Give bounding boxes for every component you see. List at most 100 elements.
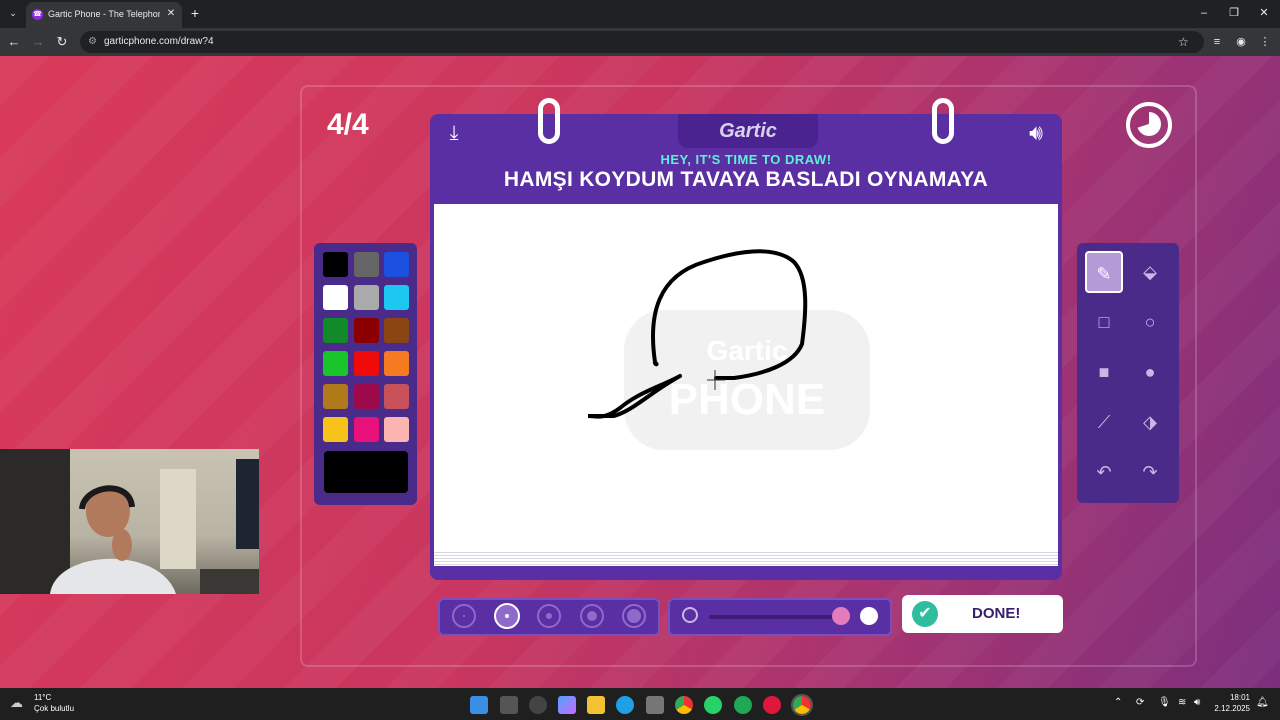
windows-taskbar: ☁ 11°C Çok bulutlu ⌃ ⟳ 🎙︎ ≋ 🔊︎ 18:01 2.1… [0, 688, 1280, 720]
done-button[interactable]: ✔ DONE! [902, 595, 1063, 633]
color-swatch[interactable] [323, 351, 348, 376]
notification-icon[interactable]: 🔔︎ [1256, 697, 1269, 708]
sync-icon[interactable]: ⟳ [1136, 697, 1144, 708]
watermark-top-text: Gartic [707, 335, 788, 366]
canvas-watermark: Gartic PHONE [624, 310, 870, 450]
round-counter: 4/4 [327, 108, 369, 141]
microphone-icon[interactable]: 🎙︎ [1158, 697, 1171, 708]
whatsapp-icon[interactable] [734, 696, 752, 714]
eraser-tool-icon[interactable]: ⬙ [1131, 251, 1169, 293]
download-icon[interactable]: ⤓ [443, 122, 465, 144]
volume-icon[interactable]: 🔊︎ [1194, 697, 1200, 708]
profile-icon[interactable]: ◉ [1233, 34, 1249, 50]
opacity-slider[interactable] [709, 615, 849, 619]
color-swatch[interactable] [323, 252, 348, 277]
current-color [324, 451, 408, 493]
opacity-low-icon [682, 607, 698, 623]
settings-app-icon[interactable] [529, 696, 547, 714]
color-swatch[interactable] [353, 351, 379, 376]
wifi-icon[interactable]: ≋ [1178, 697, 1186, 708]
color-swatch[interactable] [384, 285, 409, 310]
color-swatch[interactable] [384, 318, 409, 343]
bookmark-star-icon[interactable]: ☆ [1178, 35, 1189, 49]
color-swatch[interactable] [353, 417, 379, 442]
draw-instruction: HEY, IT'S TIME TO DRAW! [660, 152, 832, 167]
media-control-icon[interactable]: ≡ [1209, 34, 1225, 50]
weather-temp[interactable]: 11°C [34, 693, 51, 702]
watermark-bottom-text: PHONE [669, 375, 825, 424]
opacity-high-icon [860, 607, 878, 625]
rectangle-outline-tool-icon[interactable]: □ [1085, 301, 1123, 343]
brush-size-4[interactable] [580, 604, 604, 628]
timer-progress [1137, 112, 1161, 136]
color-swatch[interactable] [323, 384, 348, 409]
tray-expand-icon[interactable]: ⌃ [1114, 697, 1122, 708]
color-swatch[interactable] [323, 318, 348, 343]
notebook-ring [932, 98, 954, 144]
line-tool-icon[interactable]: ⟋ [1085, 401, 1123, 443]
fill-bucket-tool-icon[interactable]: ⬗ [1131, 401, 1169, 443]
new-tab-button[interactable]: + [188, 6, 202, 20]
chrome-icon[interactable] [675, 696, 693, 714]
brush-size-3[interactable] [537, 604, 561, 628]
webcam-overlay [0, 449, 259, 594]
color-swatch[interactable] [323, 285, 348, 310]
close-window-icon[interactable]: ✕ [1256, 6, 1272, 20]
copilot-icon[interactable] [558, 696, 576, 714]
reload-icon[interactable]: ↻ [54, 34, 70, 50]
tab-close-icon[interactable]: ✕ [164, 7, 178, 21]
rectangle-filled-tool-icon[interactable]: ■ [1085, 351, 1123, 393]
clock-time[interactable]: 18:01 [1218, 693, 1250, 702]
circle-filled-tool-icon[interactable]: ● [1131, 351, 1169, 393]
sound-icon[interactable]: 🔊︎ [1018, 120, 1054, 146]
back-icon[interactable]: ← [6, 34, 22, 50]
notebook-pages [434, 550, 1058, 566]
weather-icon[interactable]: ☁ [10, 696, 28, 710]
tab-search-icon[interactable]: ⌄ [6, 8, 20, 20]
clock-date[interactable]: 2.12.2025 [1210, 704, 1250, 713]
media-player-icon[interactable] [763, 696, 781, 714]
gartic-favicon-icon: ☎ [32, 9, 43, 20]
whatsapp-badge-icon[interactable] [704, 696, 722, 714]
color-swatch[interactable] [323, 417, 348, 442]
canvas-drawing: Gartic PHONE [587, 249, 870, 450]
chrome-active-icon[interactable] [791, 694, 813, 716]
color-swatch[interactable] [353, 285, 379, 310]
color-swatch[interactable] [384, 384, 409, 409]
color-swatch[interactable] [384, 351, 409, 376]
color-swatch[interactable] [353, 318, 379, 343]
address-bar[interactable]: ⚙ garticphone.com/draw?4 ☆ [80, 31, 1204, 53]
task-view-icon[interactable] [500, 696, 518, 714]
webcam-image [0, 449, 259, 594]
menu-icon[interactable]: ⋮ [1257, 34, 1273, 50]
color-swatch[interactable] [353, 384, 379, 409]
notebook-ring [538, 98, 560, 144]
redo-icon[interactable]: ↷ [1131, 451, 1169, 493]
store-icon[interactable] [646, 696, 664, 714]
color-swatch[interactable] [384, 252, 409, 277]
opacity-slider-thumb[interactable] [832, 607, 850, 625]
file-explorer-icon[interactable] [587, 696, 605, 714]
gartic-logo: Gartic [719, 120, 777, 142]
start-icon[interactable] [470, 696, 488, 714]
maximize-icon[interactable]: ❐ [1226, 6, 1242, 20]
pencil-tool-icon[interactable]: ✎ [1085, 251, 1123, 293]
forward-icon[interactable]: → [30, 34, 46, 50]
brush-size-1[interactable] [452, 604, 476, 628]
minimize-icon[interactable]: – [1196, 6, 1212, 20]
tab-title: Gartic Phone - The Telephone G [48, 9, 160, 19]
brush-size-2[interactable] [494, 603, 520, 629]
site-info-icon[interactable]: ⚙ [88, 36, 100, 48]
circle-outline-tool-icon[interactable]: ○ [1131, 301, 1169, 343]
edge-icon[interactable] [616, 696, 634, 714]
brush-size-5[interactable] [622, 604, 646, 628]
phrase-to-draw: HAMŞI KOYDUM TAVAYA BASLADI OYNAMAYA [503, 168, 989, 191]
undo-icon[interactable]: ↶ [1085, 451, 1123, 493]
weather-desc[interactable]: Çok bulutlu [34, 704, 74, 713]
url-text[interactable]: garticphone.com/draw?4 [104, 36, 214, 47]
color-swatch[interactable] [384, 417, 409, 442]
browser-tab[interactable]: ☎ Gartic Phone - The Telephone G ✕ [26, 2, 182, 28]
drawing-canvas[interactable]: Gartic PHONE [434, 204, 1058, 550]
done-label: DONE! [972, 605, 1021, 622]
color-swatch[interactable] [353, 252, 379, 277]
